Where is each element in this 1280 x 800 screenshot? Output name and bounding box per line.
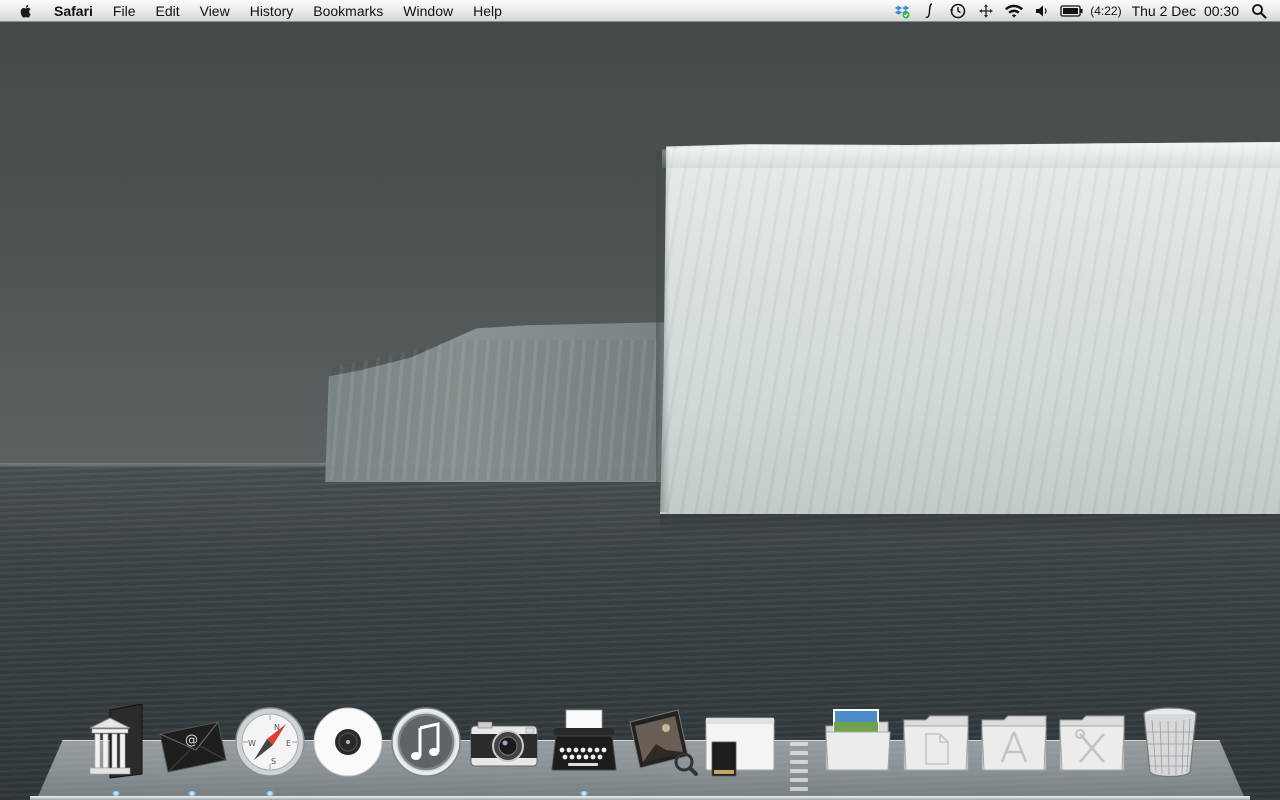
library-door-icon	[89, 704, 143, 779]
volume-icon[interactable]	[1031, 0, 1053, 22]
svg-text:N: N	[274, 723, 280, 732]
menu-bar: Safari File Edit View History Bookmarks …	[0, 0, 1280, 22]
dock-item-typewriter[interactable]	[548, 704, 620, 780]
dock-item-utilities-folder[interactable]	[1056, 704, 1128, 780]
documents-folder-icon	[903, 715, 969, 771]
drive-icon	[705, 717, 775, 777]
running-indicator-safari	[266, 791, 274, 796]
battery-time-remaining[interactable]: (4:22)	[1088, 4, 1125, 18]
mail-envelope-icon: @	[159, 721, 227, 773]
menu-history[interactable]: History	[240, 0, 304, 22]
menu-app-safari[interactable]: Safari	[38, 0, 103, 22]
wallpaper-near-iceberg-edge	[656, 150, 670, 512]
pictures-folder-icon	[825, 709, 891, 771]
dropbox-status-icon[interactable]	[891, 0, 913, 22]
menu-clock[interactable]: Thu 2 Dec 00:30	[1126, 3, 1245, 19]
dock-item-documents-folder[interactable]	[900, 704, 972, 780]
menu-help[interactable]: Help	[463, 0, 512, 22]
dock-item-library[interactable]	[80, 704, 152, 780]
dock-item-itunes[interactable]	[390, 704, 462, 780]
menu-edit[interactable]: Edit	[145, 0, 189, 22]
wallpaper-near-iceberg	[660, 142, 1280, 514]
menu-view[interactable]: View	[190, 0, 240, 22]
apple-icon	[20, 4, 31, 18]
desktop[interactable]: Safari File Edit View History Bookmarks …	[0, 0, 1280, 800]
wifi-icon[interactable]	[1003, 0, 1025, 22]
wallpaper-iceberg	[0, 0, 1280, 800]
running-indicator-typewriter	[580, 791, 588, 796]
svg-text:@: @	[185, 733, 198, 748]
dock-item-safari[interactable]: N E S W	[234, 704, 306, 780]
running-indicator-mail	[188, 791, 196, 796]
svg-text:W: W	[248, 739, 256, 748]
dock-edge	[30, 796, 1250, 800]
applications-folder-icon	[981, 715, 1047, 771]
photo-viewer-icon	[629, 709, 698, 776]
dvd-player-disc-icon	[313, 707, 383, 777]
svg-text:E: E	[286, 739, 291, 748]
time-machine-icon[interactable]	[947, 0, 969, 22]
dock-item-dvd-player[interactable]	[312, 704, 384, 780]
dock-item-drive[interactable]	[704, 704, 776, 780]
menu-window[interactable]: Window	[393, 0, 463, 22]
battery-icon[interactable]	[1059, 0, 1085, 22]
spotlight-search-icon[interactable]	[1248, 0, 1270, 22]
dock-item-camera[interactable]	[468, 704, 540, 780]
utilities-folder-icon	[1059, 715, 1125, 771]
wallpaper-far-iceberg-texture	[330, 340, 660, 480]
dock-item-mail[interactable]: @	[156, 704, 228, 780]
network-arrows-icon[interactable]	[975, 0, 997, 22]
menu-file[interactable]: File	[103, 0, 146, 22]
svg-text:S: S	[271, 757, 276, 766]
script-status-icon[interactable]	[919, 0, 941, 22]
dock-item-applications-folder[interactable]	[978, 704, 1050, 780]
itunes-icon	[391, 707, 461, 777]
typewriter-icon	[551, 709, 617, 771]
dock-item-pictures-folder[interactable]	[822, 704, 894, 780]
dock-item-photo-viewer[interactable]	[626, 704, 698, 780]
running-indicator-library	[112, 791, 120, 796]
dock-separator[interactable]	[790, 742, 808, 798]
menu-bookmarks[interactable]: Bookmarks	[303, 0, 393, 22]
camera-icon	[470, 721, 538, 767]
trash-icon	[1143, 707, 1197, 778]
apple-menu[interactable]	[0, 0, 38, 22]
dock-item-trash[interactable]	[1136, 704, 1208, 780]
safari-compass-icon: N E S W	[235, 707, 305, 777]
